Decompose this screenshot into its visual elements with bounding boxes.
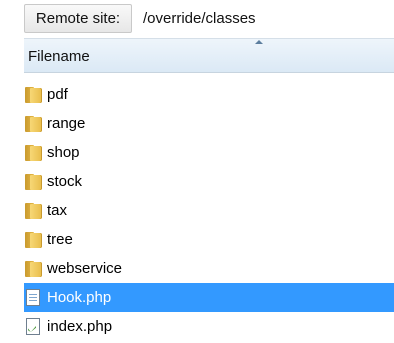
file-row-range[interactable]: range	[24, 109, 394, 138]
file-name: tree	[47, 231, 73, 248]
remote-site-panel: Remote site: Filename pdf range shop sto…	[0, 0, 394, 343]
remote-path-input[interactable]	[135, 4, 394, 33]
file-row-hook-php[interactable]: Hook.php	[24, 283, 394, 312]
folder-icon	[24, 259, 43, 278]
php-file-icon	[24, 288, 43, 307]
sort-ascending-icon	[255, 40, 263, 44]
php-file-icon	[24, 317, 43, 336]
file-name: tax	[47, 202, 68, 219]
file-name: pdf	[47, 86, 68, 103]
file-row-tax[interactable]: tax	[24, 196, 394, 225]
file-row-webservice[interactable]: webservice	[24, 254, 394, 283]
file-name: index.php	[47, 318, 113, 335]
folder-icon	[24, 201, 43, 220]
folder-icon	[24, 172, 43, 191]
file-row-stock[interactable]: stock	[24, 167, 394, 196]
folder-icon	[24, 230, 43, 249]
folder-icon	[24, 114, 43, 133]
file-name: webservice	[47, 260, 123, 277]
file-row-shop[interactable]: shop	[24, 138, 394, 167]
remote-site-label: Remote site:	[24, 4, 132, 33]
file-name: range	[47, 115, 86, 132]
folder-icon	[24, 143, 43, 162]
file-row-index-php[interactable]: index.php	[24, 312, 394, 341]
file-name: stock	[47, 173, 83, 190]
remote-file-list: pdf range shop stock tax tree webservice	[24, 80, 394, 343]
file-row-tree[interactable]: tree	[24, 225, 394, 254]
file-name: Hook.php	[47, 289, 112, 306]
folder-icon	[24, 85, 43, 104]
remote-site-bar: Remote site:	[0, 0, 394, 38]
file-row-pdf[interactable]: pdf	[24, 80, 394, 109]
filename-column-header[interactable]: Filename	[24, 38, 394, 73]
filename-column-label: Filename	[28, 48, 90, 65]
file-name: shop	[47, 144, 80, 161]
